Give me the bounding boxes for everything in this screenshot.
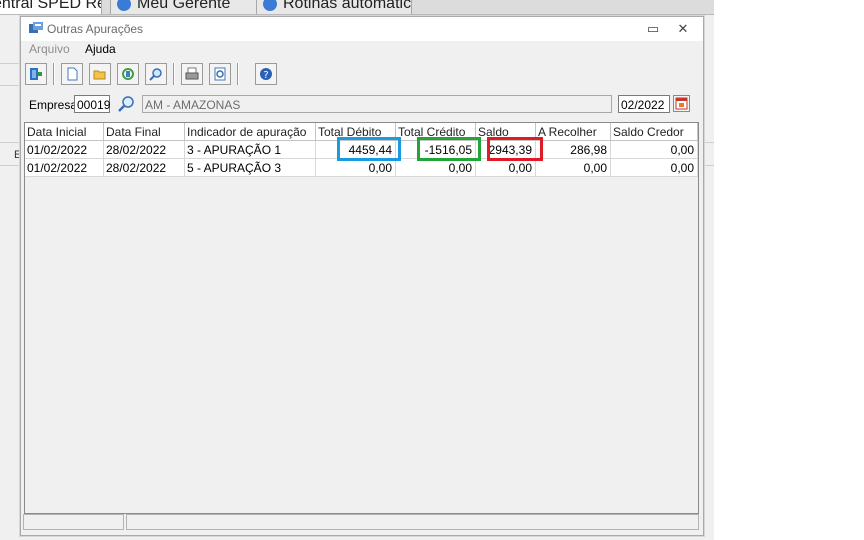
calendar-button[interactable] bbox=[673, 95, 690, 112]
clock-icon bbox=[263, 0, 277, 11]
dialog-title: Outras Apurações bbox=[47, 22, 144, 36]
column-header-a-recolher[interactable]: A Recolher bbox=[536, 123, 611, 141]
close-icon: ✕ bbox=[677, 21, 689, 36]
minimize-button[interactable]: ▭ bbox=[643, 21, 663, 37]
title-bar[interactable]: Outras Apurações ▭ ✕ bbox=[21, 17, 703, 41]
highlight-box-total-credito bbox=[417, 137, 481, 161]
cell-indicador: 5 - APURAÇÃO 3 bbox=[185, 159, 316, 177]
background-divider bbox=[0, 63, 22, 64]
help-button[interactable]: ? bbox=[255, 63, 277, 85]
close-button[interactable]: ✕ bbox=[673, 21, 693, 37]
menu-ajuda[interactable]: Ajuda bbox=[85, 42, 116, 56]
open-button[interactable] bbox=[89, 63, 111, 85]
status-panel bbox=[126, 514, 699, 530]
column-header-data-inicial[interactable]: Data Inicial bbox=[25, 123, 104, 141]
apuracoes-grid: Data Inicial Data Final Indicador de apu… bbox=[24, 122, 699, 514]
status-panel bbox=[23, 514, 124, 530]
minimize-icon: ▭ bbox=[646, 21, 660, 36]
cell-data-inicial: 01/02/2022 bbox=[25, 159, 104, 177]
calendar-icon bbox=[675, 97, 688, 110]
exit-button[interactable] bbox=[25, 63, 47, 85]
tab-label: Rotinas automáticas bbox=[283, 0, 412, 12]
tab-sped-reinf[interactable]: entral SPED Reinf bbox=[0, 0, 102, 14]
column-header-data-final[interactable]: Data Final bbox=[104, 123, 185, 141]
toolbar-separator bbox=[237, 63, 239, 85]
column-header-indicador[interactable]: Indicador de apuração bbox=[185, 123, 316, 141]
new-button[interactable] bbox=[61, 63, 83, 85]
empresa-code-field[interactable]: 00019 bbox=[74, 95, 110, 113]
cell-a-recolher: 286,98 bbox=[536, 141, 611, 159]
cell-data-final: 28/02/2022 bbox=[104, 141, 185, 159]
cell-data-inicial: 01/02/2022 bbox=[25, 141, 104, 159]
svg-text:?: ? bbox=[263, 70, 268, 81]
cell-data-final: 28/02/2022 bbox=[104, 159, 185, 177]
search-icon bbox=[118, 96, 134, 112]
refresh-icon bbox=[122, 68, 134, 80]
open-folder-icon bbox=[93, 70, 106, 80]
toolbar-separator bbox=[173, 63, 175, 85]
background-divider bbox=[0, 85, 22, 86]
print-preview-icon bbox=[214, 67, 226, 81]
print-preview-button[interactable] bbox=[209, 63, 231, 85]
background-divider bbox=[0, 142, 22, 143]
user-icon bbox=[117, 0, 131, 11]
app-icon bbox=[29, 22, 43, 33]
cell-total-debito: 0,00 bbox=[316, 159, 396, 177]
cell-saldo: 0,00 bbox=[476, 159, 536, 177]
cell-a-recolher: 0,00 bbox=[536, 159, 611, 177]
print-button[interactable] bbox=[181, 63, 203, 85]
tab-label: Meu Gerente bbox=[137, 0, 231, 12]
menu-arquivo[interactable]: Arquivo bbox=[29, 42, 70, 56]
tab-label: entral SPED Reinf bbox=[0, 0, 101, 12]
highlight-box-total-debito bbox=[337, 137, 401, 161]
cell-total-credito: 0,00 bbox=[396, 159, 476, 177]
tab-meu-gerente[interactable]: Meu Gerente bbox=[110, 0, 258, 14]
background-tab-strip: entral SPED Reinf Meu Gerente Rotinas au… bbox=[0, 0, 714, 15]
empresa-name-field: AM - AMAZONAS bbox=[142, 95, 612, 113]
exit-icon bbox=[30, 68, 42, 80]
toolbar-separator bbox=[53, 63, 55, 85]
status-bar bbox=[23, 514, 699, 532]
cell-indicador: 3 - APURAÇÃO 1 bbox=[185, 141, 316, 159]
empresa-label: Empresa bbox=[29, 98, 78, 112]
table-row[interactable]: 01/02/2022 28/02/2022 5 - APURAÇÃO 3 0,0… bbox=[25, 159, 698, 177]
search-icon bbox=[149, 68, 162, 81]
empresa-lookup-button[interactable] bbox=[115, 94, 137, 114]
search-button[interactable] bbox=[145, 63, 167, 85]
new-document-icon bbox=[67, 67, 78, 81]
cell-saldo-credor: 0,00 bbox=[611, 141, 698, 159]
cell-saldo-credor: 0,00 bbox=[611, 159, 698, 177]
refresh-button[interactable] bbox=[117, 63, 139, 85]
print-icon bbox=[185, 67, 199, 80]
column-header-saldo-credor[interactable]: Saldo Credor bbox=[611, 123, 698, 141]
menu-bar: Arquivo Ajuda bbox=[21, 41, 703, 59]
outras-apuracoes-dialog: Outras Apurações ▭ ✕ Arquivo Ajuda ? Emp… bbox=[20, 16, 704, 536]
highlight-box-saldo bbox=[487, 137, 543, 161]
help-icon: ? bbox=[260, 68, 272, 81]
period-field[interactable]: 02/2022 bbox=[618, 95, 670, 113]
background-divider bbox=[0, 165, 22, 166]
tab-rotinas-automaticas[interactable]: Rotinas automáticas bbox=[256, 0, 412, 14]
